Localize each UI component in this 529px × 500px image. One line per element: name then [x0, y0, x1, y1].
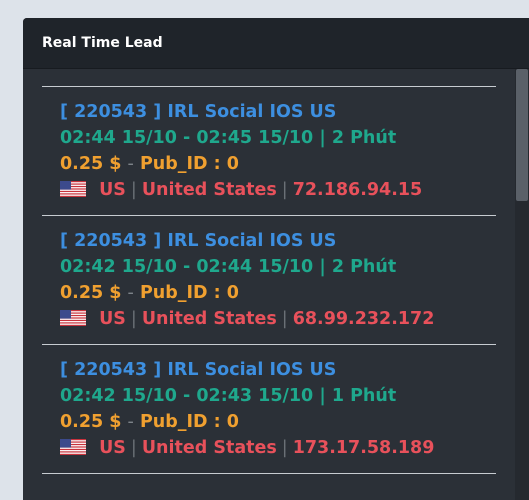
lead-pub-id: Pub_ID : 0	[139, 154, 239, 174]
lead-amount: 0.25 $	[60, 154, 122, 174]
lead-item[interactable]: [ 220543 ] IRL Social IOS US 02:44 15/10…	[60, 99, 500, 203]
us-flag-icon	[60, 181, 86, 197]
lead-ip: 173.17.58.189	[292, 438, 435, 458]
pipe-separator: |	[130, 180, 137, 200]
pipe-separator: |	[281, 309, 288, 329]
pipe-separator: |	[281, 438, 288, 458]
lead-ip: 72.186.94.15	[292, 180, 423, 200]
lead-country-code: US	[99, 180, 126, 200]
lead-time: 02:42 15/10 - 02:44 15/10 | 2 Phút	[60, 257, 397, 277]
real-time-lead-panel: Real Time Lead [ 220543 ] IRL Social IOS…	[23, 18, 529, 500]
us-flag-icon	[60, 310, 86, 326]
lead-country-code: US	[99, 309, 126, 329]
scrollbar-thumb[interactable]	[516, 69, 528, 201]
lead-title[interactable]: [ 220543 ] IRL Social IOS US	[60, 102, 336, 122]
scrollbar[interactable]	[515, 69, 529, 500]
lead-country-name: United States	[141, 438, 277, 458]
pipe-separator: |	[281, 180, 288, 200]
lead-title[interactable]: [ 220543 ] IRL Social IOS US	[60, 360, 336, 380]
dash-separator: -	[127, 154, 134, 174]
lead-country-code: US	[99, 438, 126, 458]
lead-time: 02:42 15/10 - 02:43 15/10 | 1 Phút	[60, 386, 397, 406]
lead-amount: 0.25 $	[60, 412, 122, 432]
lead-country-name: United States	[141, 309, 277, 329]
lead-time: 02:44 15/10 - 02:45 15/10 | 2 Phút	[60, 128, 397, 148]
divider	[42, 473, 496, 474]
lead-ip: 68.99.232.172	[292, 309, 435, 329]
lead-item[interactable]: [ 220543 ] IRL Social IOS US 02:42 15/10…	[60, 357, 500, 461]
pipe-separator: |	[130, 309, 137, 329]
divider	[42, 344, 496, 345]
divider	[42, 215, 496, 216]
panel-title: Real Time Lead	[42, 35, 163, 51]
lead-list[interactable]: [ 220543 ] IRL Social IOS US 02:44 15/10…	[23, 69, 529, 500]
lead-pub-id: Pub_ID : 0	[139, 283, 239, 303]
dash-separator: -	[127, 283, 134, 303]
lead-pub-id: Pub_ID : 0	[139, 412, 239, 432]
panel-header: Real Time Lead	[23, 18, 529, 69]
lead-country-name: United States	[141, 180, 277, 200]
dash-separator: -	[127, 412, 134, 432]
lead-amount: 0.25 $	[60, 283, 122, 303]
lead-title[interactable]: [ 220543 ] IRL Social IOS US	[60, 231, 336, 251]
lead-item[interactable]: [ 220543 ] IRL Social IOS US 02:42 15/10…	[60, 228, 500, 332]
us-flag-icon	[60, 439, 86, 455]
pipe-separator: |	[130, 438, 137, 458]
divider	[42, 86, 496, 87]
